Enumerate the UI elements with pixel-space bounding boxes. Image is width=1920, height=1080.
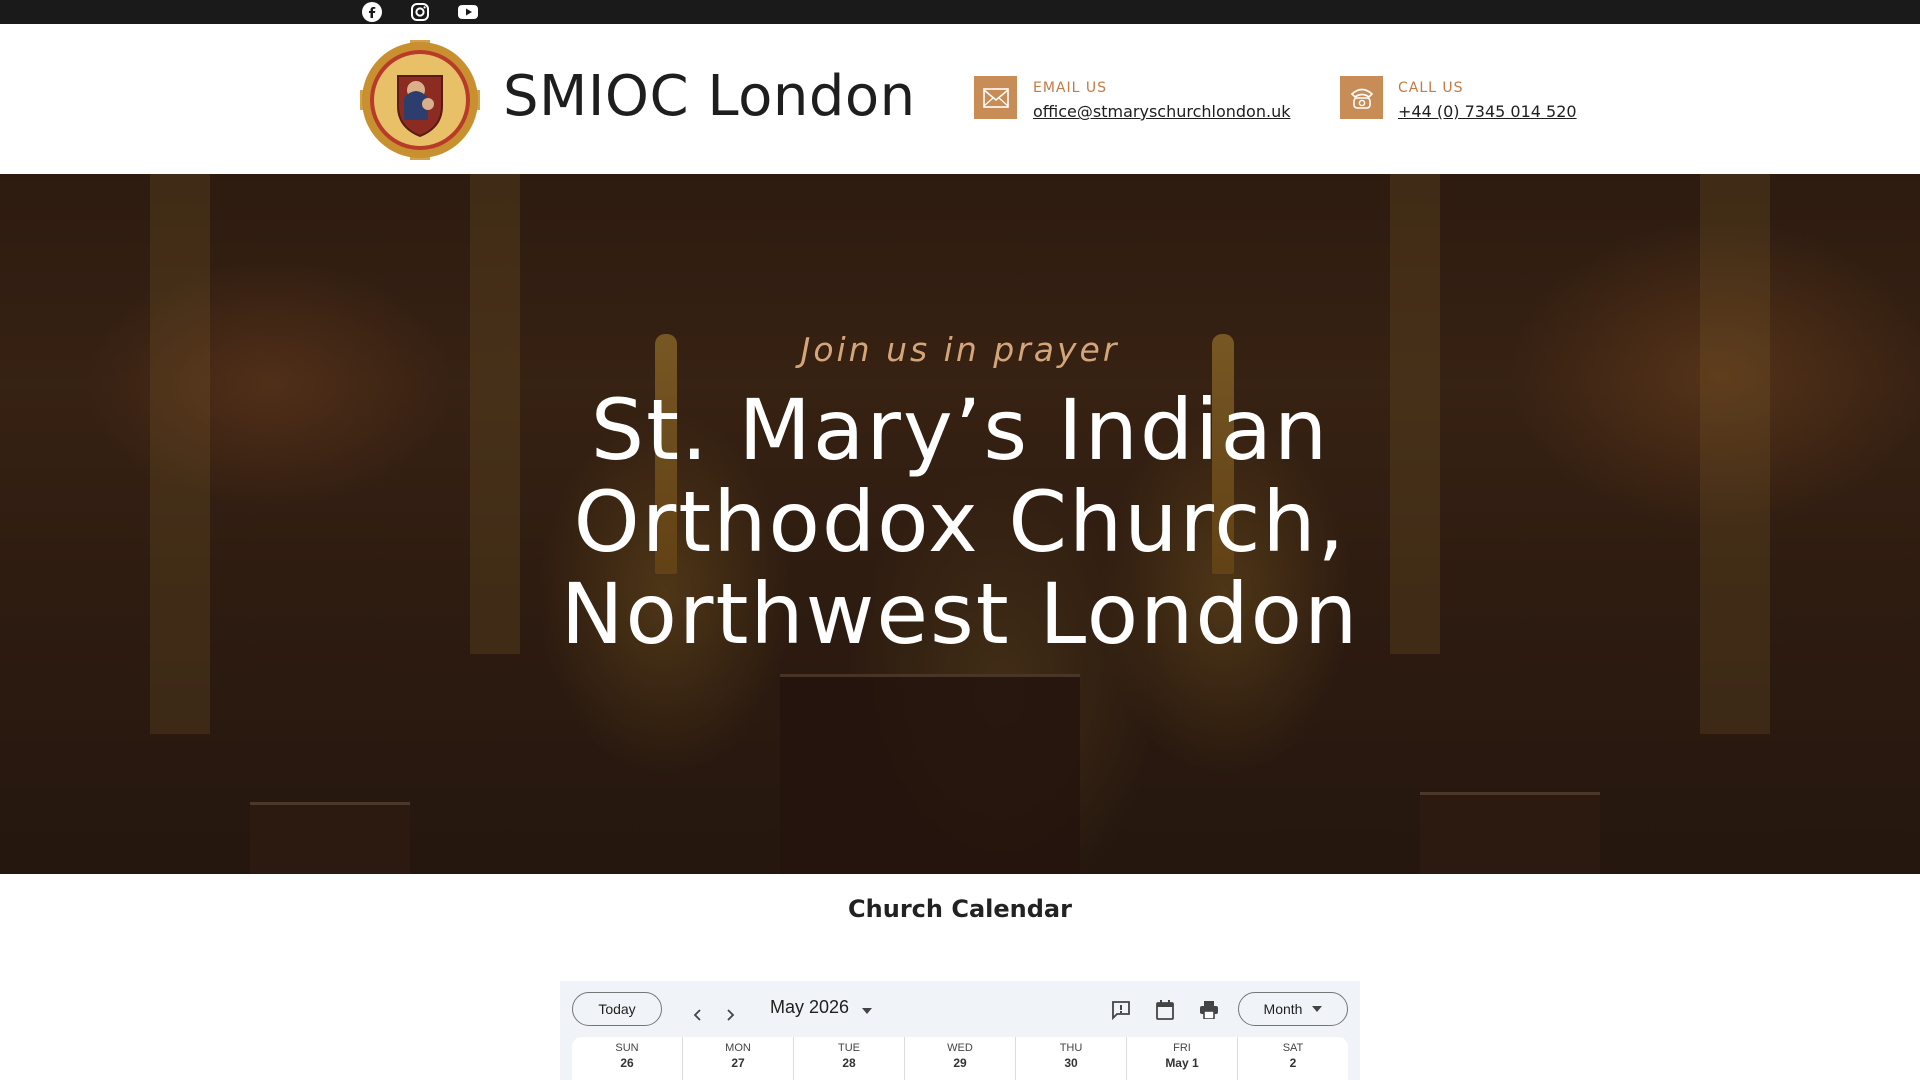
day-number: 2 <box>1289 1056 1297 1070</box>
day-number: 28 <box>842 1056 856 1070</box>
site-header: SMIOC London EMAIL US office@stmaryschur… <box>0 24 1920 174</box>
email-link[interactable]: office@stmaryschurchlondon.uk <box>1033 102 1290 121</box>
feedback-icon[interactable] <box>1109 998 1133 1022</box>
telephone-icon <box>1340 76 1383 119</box>
chevron-left-icon[interactable] <box>688 1005 708 1025</box>
day-name: SAT <box>1282 1042 1304 1054</box>
print-icon[interactable] <box>1197 998 1221 1022</box>
email-label: EMAIL US <box>1033 80 1108 96</box>
day-column[interactable]: SUN 26 <box>572 1037 683 1080</box>
calendar-heading: Church Calendar <box>848 895 1072 923</box>
day-number: 27 <box>731 1056 745 1070</box>
calendar-grid: SUN 26 MON 27 TUE 28 WED 29 THU 30 FRI M… <box>572 1037 1348 1080</box>
phone-link[interactable]: +44 (0) 7345 014 520 <box>1398 102 1577 121</box>
church-logo[interactable] <box>358 38 482 162</box>
caret-down-icon <box>862 998 873 1019</box>
envelope-icon <box>974 76 1017 119</box>
view-select[interactable]: Month <box>1238 992 1348 1026</box>
day-column[interactable]: THU 30 <box>1016 1037 1127 1080</box>
day-name: THU <box>1059 1042 1083 1054</box>
instagram-icon[interactable] <box>410 2 430 22</box>
day-number: 26 <box>620 1056 634 1070</box>
day-column[interactable]: TUE 28 <box>794 1037 905 1080</box>
phone-label: CALL US <box>1398 80 1464 96</box>
hero-subtitle: Join us in prayer <box>800 330 1120 369</box>
day-name: MON <box>725 1042 751 1054</box>
day-column[interactable]: SAT 2 <box>1238 1037 1348 1080</box>
caret-down-icon <box>1312 1006 1323 1012</box>
day-column[interactable]: FRI May 1 <box>1127 1037 1238 1080</box>
day-number: 29 <box>953 1056 967 1070</box>
month-label: May 2026 <box>770 997 850 1017</box>
day-column[interactable]: WED 29 <box>905 1037 1016 1080</box>
month-selector[interactable]: May 2026 <box>770 997 873 1019</box>
social-bar <box>0 0 1920 24</box>
view-label: Month <box>1263 1001 1303 1017</box>
day-column[interactable]: MON 27 <box>683 1037 794 1080</box>
youtube-icon[interactable] <box>458 2 478 22</box>
hero-banner: Join us in prayer St. Mary’s Indian Orth… <box>0 174 1920 874</box>
day-number: May 1 <box>1165 1056 1199 1070</box>
today-button[interactable]: Today <box>572 992 662 1026</box>
day-name: TUE <box>838 1042 860 1054</box>
hero-title: St. Mary’s Indian Orthodox Church, North… <box>560 381 1360 663</box>
chevron-right-icon[interactable] <box>720 1005 740 1025</box>
day-name: WED <box>947 1042 973 1054</box>
site-title[interactable]: SMIOC London <box>503 64 916 129</box>
day-name: FRI <box>1173 1042 1191 1054</box>
day-number: 30 <box>1064 1056 1078 1070</box>
calendar-icon[interactable] <box>1153 998 1177 1022</box>
facebook-icon[interactable] <box>362 2 382 22</box>
day-name: SUN <box>615 1042 639 1054</box>
